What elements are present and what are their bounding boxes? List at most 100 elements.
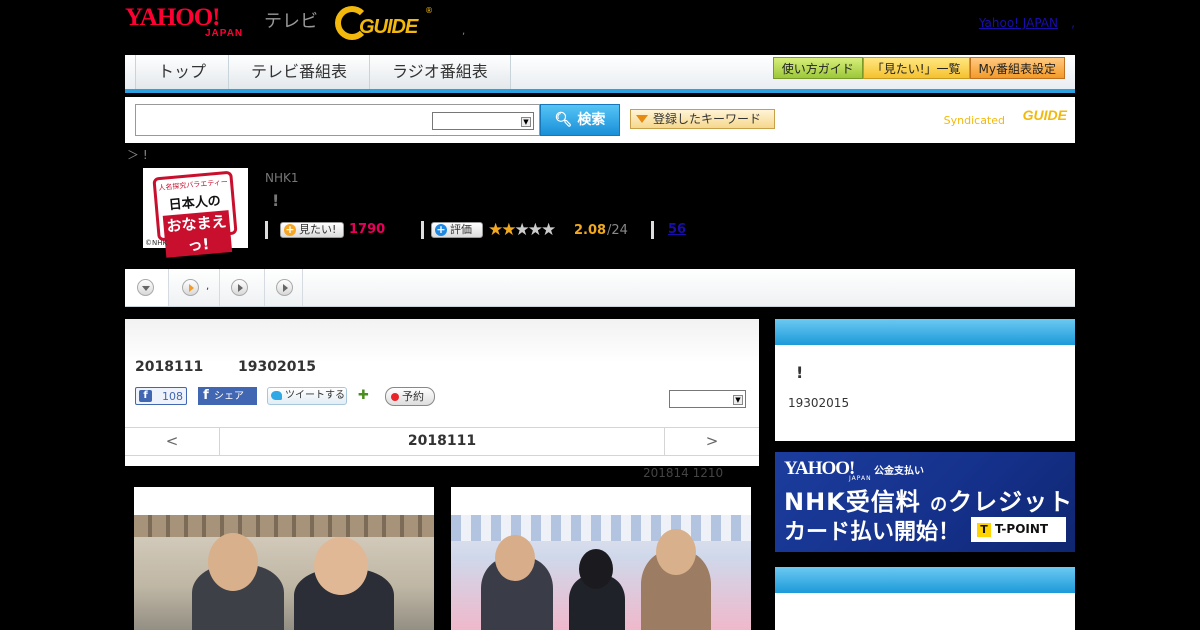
star-empty-icon: ★ — [514, 220, 530, 240]
tpoint-icon: T — [977, 523, 991, 537]
facebook-icon: f — [139, 390, 152, 402]
rating-value: 2.08 — [574, 223, 607, 238]
dropdown-arrow-icon — [636, 115, 648, 123]
tweet-button[interactable]: ツイートする — [267, 387, 347, 405]
header-link-separator: , — [1071, 16, 1075, 30]
review-count-link[interactable]: 56 — [668, 222, 686, 237]
nav-tab-top[interactable]: トップ — [136, 55, 230, 89]
yahoo-logo[interactable]: YAHOO! — [125, 5, 220, 30]
search-icon: 🔍︎ — [554, 112, 573, 128]
ad-headline-1c: クレジット — [948, 488, 1074, 516]
nav-tab-radio-listings[interactable]: ラジオ番組表 — [370, 55, 511, 89]
registered-mark: ® — [425, 6, 433, 15]
want-to-watch-button[interactable]: + 見たい! — [280, 222, 344, 238]
want-to-watch-list-button[interactable]: 「見たい!」一覧 — [862, 57, 970, 79]
syndicated-gguide-logo: GUIDE — [1022, 107, 1067, 123]
play-icon — [189, 284, 194, 292]
gguide-logo-text: GUIDE — [359, 16, 418, 38]
facebook-share-button[interactable]: f シェア — [198, 387, 257, 405]
want-to-watch-count: 1790 — [349, 222, 386, 237]
gguide-logo[interactable]: GUIDE ® — [335, 6, 433, 40]
photo-person-left-head — [208, 533, 258, 591]
next-date-button[interactable]: > — [664, 428, 759, 455]
plus-icon: + — [284, 223, 296, 236]
select-arrow-icon: ▼ — [733, 395, 743, 405]
circle-play-icon — [231, 279, 248, 296]
chevron-down-icon — [142, 286, 150, 291]
program-photo-1[interactable] — [134, 487, 434, 630]
play-icon — [238, 284, 243, 292]
search-button-label: 検索 — [577, 112, 606, 128]
facebook-like-count: 108 — [162, 390, 183, 403]
ad-headline-1a: NHK受信料 — [784, 488, 921, 516]
star-empty-icon: ★ — [541, 220, 556, 240]
photo-person-2-head — [579, 549, 613, 589]
tv-logo-text[interactable]: テレビ — [264, 7, 318, 33]
tab-fourth[interactable] — [265, 269, 303, 306]
sidebar-box-2 — [775, 567, 1075, 630]
photo-scene — [451, 515, 751, 630]
photo-scene — [134, 515, 434, 630]
breadcrumb[interactable]: ＞ ! — [127, 146, 148, 163]
yahoo-japan-link[interactable]: Yahoo! JAPAN — [979, 16, 1058, 30]
rating-stars: ★★★★★ — [488, 220, 556, 240]
program-tabstrip — [125, 269, 1075, 307]
rate-button[interactable]: + 評価 — [431, 222, 483, 238]
my-listing-settings-button[interactable]: My番組表設定 — [969, 57, 1065, 79]
sidebar-program-title[interactable]: ! — [796, 363, 803, 382]
nav-tab-tv-listings[interactable]: テレビ番組表 — [229, 55, 371, 89]
tab-second[interactable] — [169, 269, 220, 306]
search-button[interactable]: 🔍︎ 検索 — [540, 104, 620, 136]
ad-tpoint-label: T-POINT — [995, 522, 1049, 536]
sidebar-box-2-header — [775, 567, 1075, 593]
tab-third[interactable] — [220, 269, 265, 306]
air-time: 19302015 — [238, 359, 316, 375]
bookmark-add-icon[interactable]: ✚ — [358, 388, 374, 404]
advertisement-banner[interactable]: YAHOO! JAPAN 公金支払い NHK受信料 のクレジット カード払い開始… — [775, 452, 1075, 552]
photo-person-1-head — [495, 535, 535, 581]
plus-icon: + — [435, 223, 447, 236]
broadcast-info-panel: 2018111 19302015 f 108 f シェア ツイートする ✚ 予約 … — [125, 319, 759, 466]
header-separator: , — [462, 26, 466, 37]
last-updated: 201814 1210 — [643, 466, 724, 480]
ad-headline-1: NHK受信料 のクレジット — [784, 482, 1073, 517]
stat-divider — [651, 221, 654, 239]
photo-studio-lights — [451, 515, 751, 541]
tab-program-detail[interactable] — [125, 269, 169, 306]
ad-yahoo-japan-text: JAPAN — [849, 475, 872, 482]
star-filled-icon: ★ — [501, 220, 516, 240]
stat-divider — [421, 221, 424, 239]
facebook-icon: f — [203, 388, 209, 403]
nav-utility-buttons: 使い方ガイド 「見たい!」一覧 My番組表設定 — [772, 57, 1065, 79]
program-photo-2[interactable] — [451, 487, 751, 630]
ad-headline-1b: の — [930, 495, 949, 515]
nav-tabs: トップ テレビ番組表 ラジオ番組表 — [135, 55, 511, 89]
syndicated-gguide-badge: Syndicated GUIDE — [927, 107, 1067, 131]
main-nav: トップ テレビ番組表 ラジオ番組表 使い方ガイド 「見たい!」一覧 My番組表設… — [125, 55, 1075, 93]
ad-yahoo-logo: YAHOO! — [784, 458, 855, 479]
circle-play-icon — [276, 279, 293, 296]
channel-name: NHK1 — [265, 171, 299, 185]
tab-separator: , — [206, 281, 210, 292]
program-logo-title-bottom: おなまえっ! — [162, 210, 233, 258]
site-header: YAHOO! JAPAN テレビ GUIDE ® , Yahoo! JAPAN … — [125, 0, 1075, 54]
sidebar-program-time: 19302015 — [788, 396, 850, 410]
record-dot-icon — [391, 393, 399, 401]
saved-keywords-button[interactable]: 登録したキーワード — [630, 109, 775, 129]
select-arrow-icon: ▼ — [521, 117, 531, 127]
usage-guide-button[interactable]: 使い方ガイド — [772, 57, 863, 79]
thumbnail-credit: ©NHK — [145, 239, 168, 247]
tweet-label: ツイートする — [285, 390, 345, 401]
stat-divider — [265, 221, 268, 239]
previous-date-button[interactable]: < — [125, 428, 220, 455]
broadcast-select[interactable]: ▼ — [669, 390, 746, 408]
facebook-like-button[interactable]: f 108 — [135, 387, 187, 405]
reserve-recording-button[interactable]: 予約 — [385, 387, 435, 406]
rate-button-label: 評価 — [450, 223, 472, 236]
program-thumbnail: 人名探究バラエティー 日本人の おなまえっ! ©NHK — [143, 168, 248, 258]
saved-keywords-label: 登録したキーワード — [653, 112, 762, 126]
reserve-label: 予約 — [402, 390, 424, 403]
photo-person-3-head — [656, 529, 696, 575]
syndicated-label: Syndicated — [943, 114, 1005, 127]
search-category-select[interactable]: ▼ — [432, 112, 534, 130]
